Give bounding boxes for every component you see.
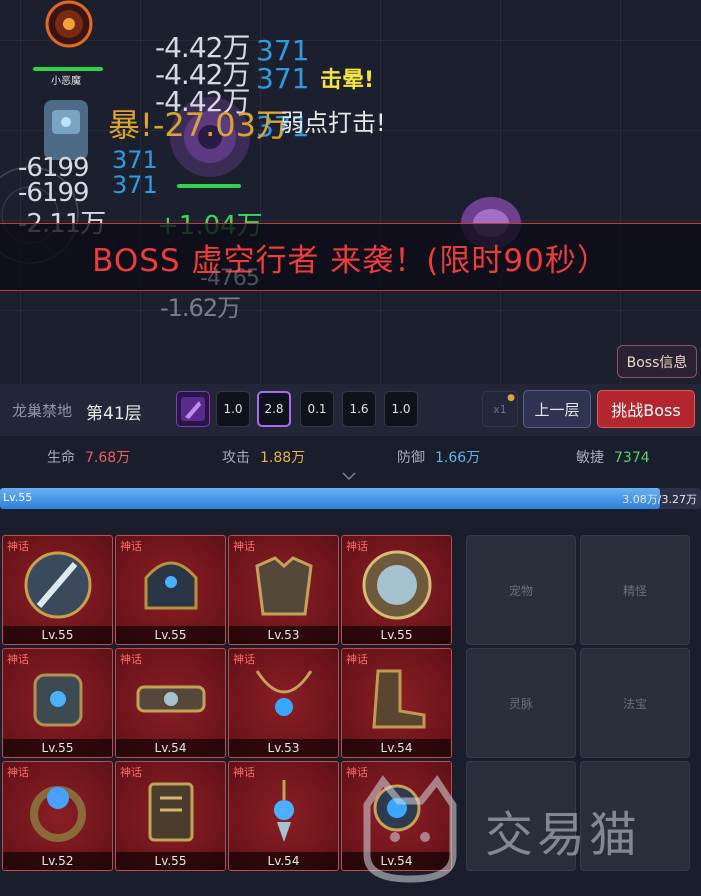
- speed-slot[interactable]: 1.0: [384, 391, 418, 427]
- stat-hp: 生命 7.68万: [47, 450, 131, 466]
- exp-bar-fill: [0, 488, 661, 509]
- talisman-icon: [148, 782, 194, 842]
- stat-agility: 敏捷 7374: [576, 450, 650, 466]
- challenge-boss-button[interactable]: 挑战Boss: [597, 390, 695, 428]
- equipment-level: Lv.54: [229, 852, 338, 870]
- equipment-level: Lv.55: [3, 626, 112, 644]
- equipment-slot[interactable]: 神话 Lv.54: [115, 648, 226, 758]
- boss-banner-text: BOSS 虚空行者 来袭！(限时90秒）: [92, 242, 609, 279]
- prev-floor-button[interactable]: 上一层: [523, 390, 591, 428]
- equipment-level: Lv.55: [342, 626, 451, 644]
- equipment-slot[interactable]: 神话 Lv.55: [115, 535, 226, 645]
- bracer-icon: [33, 673, 83, 727]
- skill-slot[interactable]: [176, 391, 210, 427]
- equipment-level: Lv.53: [229, 626, 338, 644]
- damage-number: -1.62万: [160, 294, 241, 322]
- locked-slot[interactable]: x1 ●: [482, 391, 518, 427]
- ally-imp[interactable]: [33, 0, 105, 66]
- artifact-slot[interactable]: 法宝: [580, 648, 690, 758]
- meridian-slot[interactable]: 灵脉: [466, 648, 576, 758]
- equipment-slot[interactable]: 神话 Lv.54: [341, 648, 452, 758]
- exp-value: 3.08万/3.27万: [622, 493, 697, 506]
- equipment-slot[interactable]: 神话 Lv.53: [228, 535, 339, 645]
- spirit-slot[interactable]: 精怪: [580, 535, 690, 645]
- equipment-level: Lv.55: [3, 739, 112, 757]
- equipment-slot[interactable]: 神话 Lv.55: [2, 648, 113, 758]
- equipment-level: Lv.55: [116, 852, 225, 870]
- exp-level: Lv.55: [3, 491, 33, 504]
- weak-point-text: 弱点打击!: [280, 109, 386, 137]
- boss-banner: BOSS 虚空行者 来袭！(限时90秒）: [0, 223, 701, 291]
- floor-label: 第41层: [86, 404, 142, 424]
- cat-logo-icon: [363, 775, 457, 883]
- level-bar: 龙巢禁地 第41层 1.0 2.8 0.1 1.6 1.0 x1 ● 上一层 挑…: [0, 384, 701, 436]
- armor-icon: [255, 556, 313, 616]
- equipment-level: Lv.54: [116, 739, 225, 757]
- equipment-slot[interactable]: 神话 Lv.54: [228, 761, 339, 871]
- boss-info-button[interactable]: Boss信息: [617, 345, 697, 378]
- stun-text: 击晕!: [320, 68, 375, 93]
- belt-icon: [136, 685, 206, 713]
- chevron-down-icon[interactable]: [342, 469, 356, 483]
- zone-name: 龙巢禁地: [12, 402, 73, 420]
- speed-slot[interactable]: 1.6: [342, 391, 376, 427]
- watermark: 交易猫: [355, 775, 695, 885]
- round-shield-icon: [362, 550, 432, 620]
- ally-name: 小恶魔: [51, 76, 81, 87]
- sword-shield-icon: [24, 551, 92, 619]
- equipment-slot[interactable]: 神话 Lv.53: [228, 648, 339, 758]
- speed-slot[interactable]: 0.1: [300, 391, 334, 427]
- pet-slot[interactable]: 宠物: [466, 535, 576, 645]
- equipment-level: Lv.53: [229, 739, 338, 757]
- watermark-text: 交易猫: [485, 807, 642, 863]
- equipment-slot[interactable]: 神话 Lv.52: [2, 761, 113, 871]
- blue-number: 371: [112, 171, 158, 199]
- equipment-level: Lv.52: [3, 852, 112, 870]
- lock-icon: ●: [507, 393, 515, 403]
- helmet-icon: [144, 561, 198, 610]
- boots-icon: [372, 669, 426, 729]
- stat-attack: 攻击 1.88万: [222, 450, 306, 466]
- equipment-level: Lv.54: [342, 739, 451, 757]
- battle-scene: 小恶魔 -4.42万 -4.42万 -4.42万 371 371 371 击晕!…: [0, 0, 701, 384]
- equipment-slot[interactable]: 神话 Lv.55: [115, 761, 226, 871]
- ally-hp-bar: [33, 67, 103, 71]
- equipment-slot[interactable]: 神话 Lv.55: [2, 535, 113, 645]
- imp-sprite-icon: [45, 0, 93, 48]
- earring-icon: [274, 780, 294, 842]
- vortex-hp-bar: [177, 184, 241, 188]
- void-skill-icon: [181, 397, 205, 421]
- exp-bar: Lv.55 3.08万/3.27万: [0, 488, 701, 509]
- stat-defense: 防御 1.66万: [397, 450, 481, 466]
- necklace-icon: [255, 670, 313, 716]
- speed-slot-selected[interactable]: 2.8: [257, 391, 291, 427]
- blue-number: 371: [112, 146, 158, 174]
- blue-number: 371: [256, 62, 310, 95]
- equipment-level: Lv.55: [116, 626, 225, 644]
- speed-slot[interactable]: 1.0: [216, 391, 250, 427]
- ring-icon: [30, 786, 86, 842]
- equipment-slot[interactable]: 神话 Lv.55: [341, 535, 452, 645]
- crit-text: 暴!-27.03万: [108, 106, 288, 144]
